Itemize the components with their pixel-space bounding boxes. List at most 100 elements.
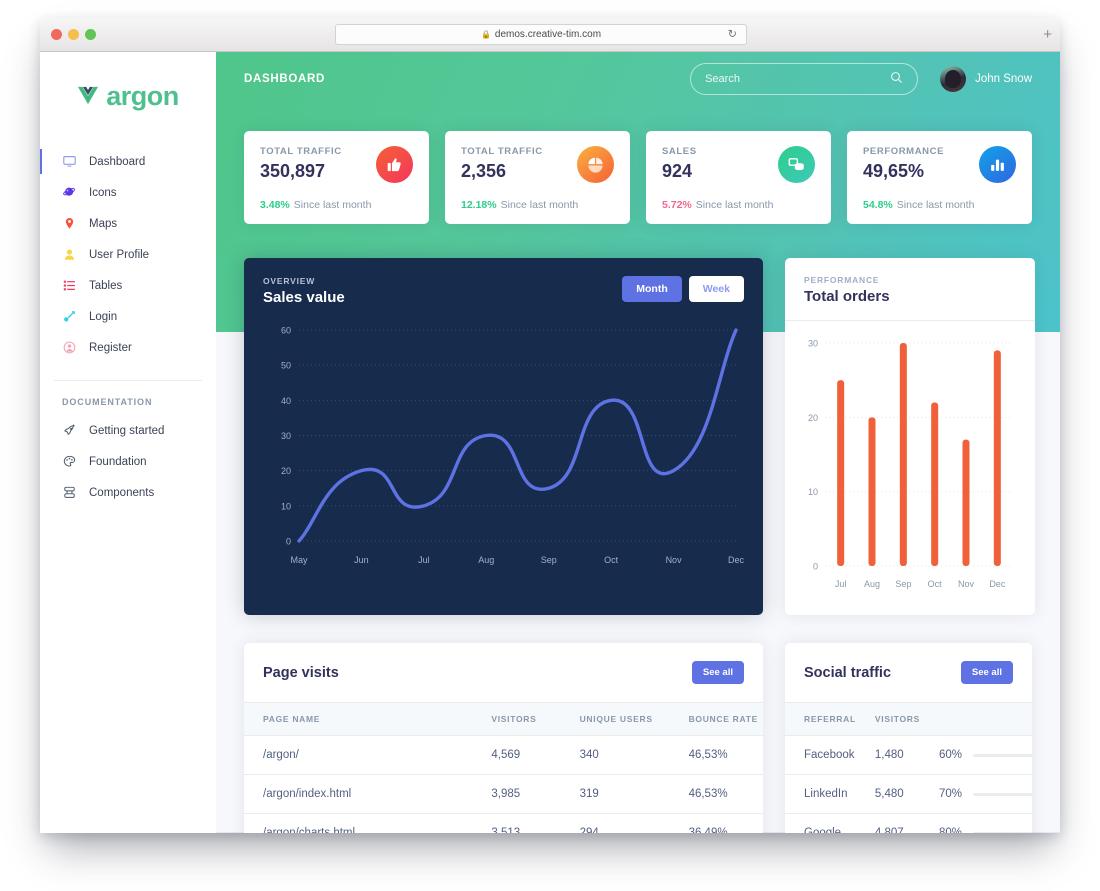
sidebar-item-label: Register: [89, 341, 132, 354]
table-row[interactable]: /argon/charts.html 3,513 294 36,49%: [244, 813, 763, 833]
thumbs-up-icon: [376, 146, 413, 183]
percentage-label: 80%: [939, 827, 963, 833]
cell-referral: Google: [785, 813, 856, 833]
svg-text:0: 0: [813, 562, 818, 572]
sidebar-item-user-profile[interactable]: User Profile: [40, 239, 216, 270]
table-row[interactable]: Facebook 1,480 60%: [785, 735, 1032, 775]
table-row[interactable]: LinkedIn 5,480 70%: [785, 774, 1032, 814]
table-row[interactable]: Google 4,807 80%: [785, 813, 1032, 833]
sidebar-item-dashboard[interactable]: Dashboard: [40, 146, 216, 177]
svg-text:Jul: Jul: [418, 555, 430, 565]
progress-track: [973, 792, 1032, 796]
sidebar-item-login[interactable]: Login: [40, 301, 216, 332]
tables-row: Page visits See all PAGE NAME VISITORS U…: [216, 615, 1060, 833]
column-header: BOUNCE RATE: [669, 703, 763, 736]
brand-name: argon: [106, 80, 179, 111]
close-window-button[interactable]: [51, 29, 62, 40]
sidebar-item-label: Dashboard: [89, 155, 146, 168]
avatar: [940, 66, 967, 92]
account-icon: [62, 340, 77, 355]
sidebar-item-components[interactable]: Components: [40, 477, 216, 508]
stat-title: PERFORMANCE: [863, 146, 945, 157]
vue-logo-icon: [78, 86, 99, 105]
svg-text:Nov: Nov: [666, 555, 683, 565]
stat-delta: 12.18%: [461, 199, 497, 211]
user-name: John Snow: [975, 73, 1032, 85]
stat-value: 350,897: [260, 161, 326, 181]
lock-icon: 🔒: [480, 30, 491, 39]
table-header-row: REFERRAL VISITORS: [785, 703, 1032, 736]
sidebar-doc-nav: Getting started Foundation Components: [40, 415, 216, 508]
svg-text:30: 30: [808, 339, 818, 349]
brand-logo[interactable]: argon: [40, 62, 216, 130]
cell-referral: LinkedIn: [785, 774, 856, 814]
stat-title: SALES: [662, 146, 697, 157]
sidebar-item-label: Icons: [89, 186, 117, 199]
sidebar-item-label: User Profile: [89, 248, 150, 261]
stat-value: 2,356: [461, 161, 507, 181]
sidebar-item-label: Getting started: [89, 424, 165, 437]
cell-unique-users: 294: [560, 813, 670, 833]
cell-percentage: 80%: [920, 813, 1032, 833]
search-box[interactable]: [690, 63, 919, 95]
column-header: REFERRAL: [785, 703, 856, 736]
sidebar-item-icons[interactable]: Icons: [40, 177, 216, 208]
user-icon: [62, 247, 77, 262]
cell-page-name: /argon/index.html: [244, 774, 473, 814]
total-orders-bar-chart: 0 10 20 30 Jul Aug Sep Oct Nov Dec: [785, 321, 1035, 615]
chart-eyebrow: PERFORMANCE: [804, 275, 880, 285]
stat-value: 49,65%: [863, 161, 925, 181]
percentage-label: 60%: [939, 749, 963, 761]
svg-text:Dec: Dec: [989, 579, 1006, 589]
total-orders-chart-card: PERFORMANCE Total orders 0 10 20 30 Jul Aug Se…: [785, 258, 1035, 615]
cell-visitors: 3,513: [472, 813, 561, 833]
sidebar-item-tables[interactable]: Tables: [40, 270, 216, 301]
sidebar-item-label: Tables: [89, 279, 123, 292]
svg-text:40: 40: [281, 396, 291, 406]
maximize-window-button[interactable]: [85, 29, 96, 40]
sidebar-section-heading: DOCUMENTATION: [62, 397, 153, 407]
page-title: DASHBOARD: [244, 73, 326, 85]
components-icon: [62, 485, 77, 500]
new-tab-button[interactable]: +: [1043, 27, 1052, 42]
cell-visitors: 4,807: [855, 813, 921, 833]
sidebar-item-register[interactable]: Register: [40, 332, 216, 363]
chart-title: Total orders: [804, 288, 890, 305]
stat-title: TOTAL TRAFFIC: [461, 146, 543, 157]
see-all-button[interactable]: See all: [960, 661, 1013, 684]
cell-unique-users: 319: [560, 774, 670, 814]
svg-text:Oct: Oct: [928, 579, 943, 589]
sidebar-item-getting-started[interactable]: Getting started: [40, 415, 216, 446]
search-icon[interactable]: [890, 71, 903, 87]
sidebar-item-maps[interactable]: Maps: [40, 208, 216, 239]
sidebar-item-label: Maps: [89, 217, 118, 230]
see-all-button[interactable]: See all: [691, 661, 744, 684]
user-menu[interactable]: John Snow: [940, 66, 1032, 92]
table-row[interactable]: /argon/ 4,569 340 46,53%: [244, 735, 763, 775]
minimize-window-button[interactable]: [68, 29, 79, 40]
chart-title: Sales value: [263, 289, 345, 306]
search-input[interactable]: [705, 73, 891, 85]
svg-text:20: 20: [808, 413, 818, 423]
range-toggle: Month Week: [622, 276, 744, 302]
svg-text:Dec: Dec: [728, 555, 744, 565]
sales-value-chart-card: OVERVIEW Sales value Month Week 0 10 20 30 4…: [244, 258, 763, 615]
column-header: PAGE NAME: [244, 703, 473, 736]
sidebar-item-foundation[interactable]: Foundation: [40, 446, 216, 477]
stat-card-performance: PERFORMANCE 49,65% 54.8% Since last month: [847, 131, 1032, 224]
stat-foot-label: Since last month: [695, 199, 774, 211]
address-bar[interactable]: 🔒 demos.creative-tim.com ↻: [335, 24, 747, 45]
svg-text:50: 50: [281, 361, 291, 371]
svg-text:10: 10: [808, 487, 818, 497]
reload-icon[interactable]: ↻: [728, 29, 737, 40]
table-row[interactable]: /argon/index.html 3,985 319 46,53%: [244, 774, 763, 814]
sidebar: argon Dashboard Icons Maps User Profile …: [40, 52, 216, 833]
cell-bounce-rate: 46,53%: [669, 774, 763, 814]
svg-text:Aug: Aug: [864, 579, 880, 589]
window-traffic-lights[interactable]: [51, 29, 96, 40]
range-button-month[interactable]: Month: [622, 276, 682, 302]
sidebar-item-label: Components: [89, 486, 155, 499]
progress-track: [973, 831, 1032, 833]
money-icon: [778, 146, 815, 183]
range-button-week[interactable]: Week: [688, 276, 744, 302]
